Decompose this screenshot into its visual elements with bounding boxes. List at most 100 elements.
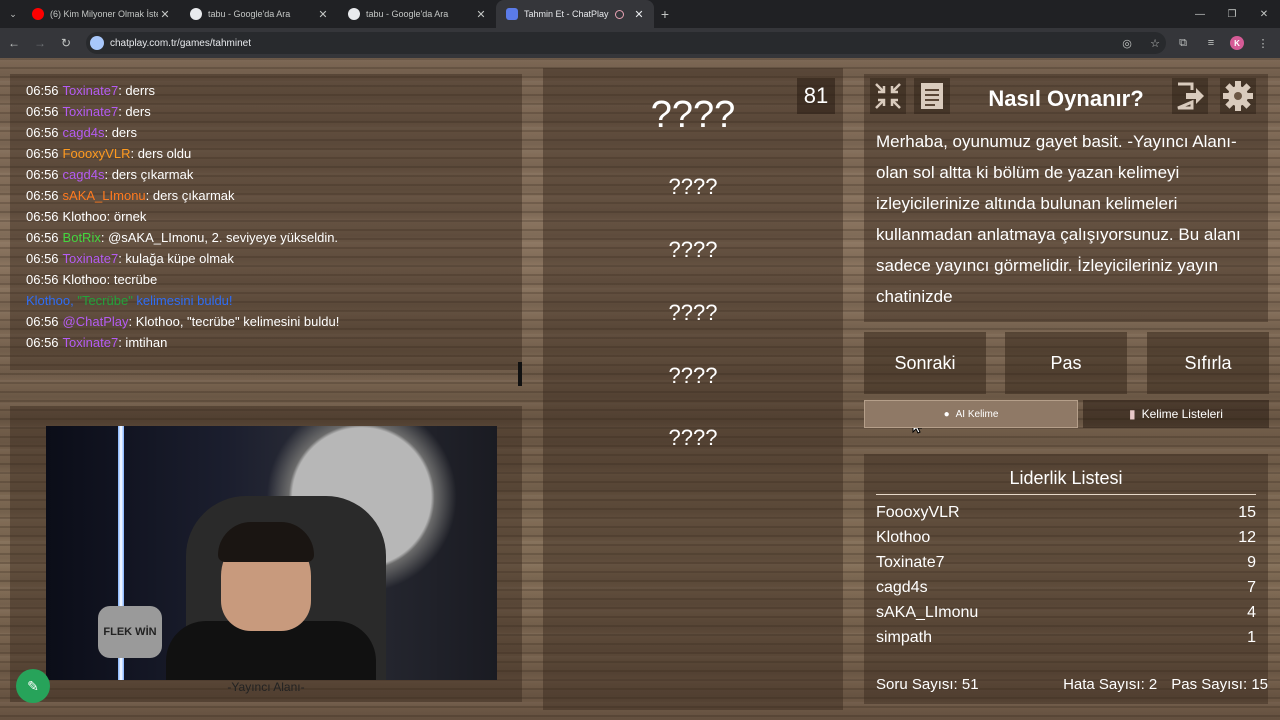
chat-message: 06:56 FoooxyVLR: ders oldu bbox=[26, 143, 522, 164]
chat-message: 06:56 Klothoo: tecrübe bbox=[26, 269, 522, 290]
chat-system-message: Klothoo, "Tecrübe" kelimesini buldu! bbox=[26, 290, 522, 311]
streamer-area-caption: -Yayıncı Alanı- bbox=[227, 680, 305, 694]
tab-search-icon[interactable]: ⌄ bbox=[4, 5, 22, 23]
gear-icon[interactable] bbox=[1220, 78, 1256, 114]
leader-name: sAKA_LImonu bbox=[876, 604, 979, 621]
menu-kebab-icon[interactable]: ⋮ bbox=[1254, 32, 1272, 54]
ai-word-tab[interactable]: ● AI Kelime bbox=[864, 400, 1078, 428]
leaderboard-row: Toxinate7 9 bbox=[876, 554, 1256, 572]
close-tab-icon[interactable]: ✕ bbox=[158, 8, 172, 21]
chat-message: 06:56 Toxinate7: ders bbox=[26, 101, 522, 122]
question-count: Soru Sayısı: 51 bbox=[876, 676, 979, 693]
reload-icon[interactable]: ↻ bbox=[54, 31, 78, 55]
word-lists-tab[interactable]: ▮ Kelime Listeleri bbox=[1083, 400, 1269, 428]
streamer-area: FLEK WİN -Yayıncı Alanı- bbox=[10, 406, 522, 702]
word-panel: 81 ???? ???? ???? ???? ???? ???? bbox=[543, 68, 843, 710]
leader-score: 12 bbox=[1238, 529, 1256, 546]
leader-name: Klothoo bbox=[876, 529, 931, 546]
ai-word-label: AI Kelime bbox=[955, 408, 999, 420]
next-button[interactable]: Sonraki bbox=[864, 332, 986, 394]
bookmark-star-icon[interactable]: ☆ bbox=[1146, 32, 1164, 54]
robot-icon: ● bbox=[943, 408, 950, 420]
game-page: 06:56 Toxinate7: derrs 06:56 Toxinate7: der… bbox=[0, 58, 1280, 720]
chat-message: 06:56 @ChatPlay: Klothoo, "tecrübe" kelim… bbox=[26, 311, 522, 332]
taboo-word: ???? bbox=[668, 363, 718, 388]
leaderboard-panel: Liderlik Listesi FoooxyVLR 15 Klothoo 12 Tox… bbox=[864, 454, 1268, 704]
chat-time: 06:56 bbox=[26, 83, 59, 98]
reset-button[interactable]: Sıfırla bbox=[1147, 332, 1269, 394]
leader-score: 7 bbox=[1247, 579, 1256, 596]
tab-title: (6) Kim Milyoner Olmak İster? Tek bbox=[50, 9, 158, 19]
chat-username[interactable]: cagd4s bbox=[63, 125, 105, 140]
browser-tab-active[interactable]: Tahmin Et - ChatPlay ✕ bbox=[496, 0, 654, 28]
pass-count: Pas Sayısı: 15 bbox=[1171, 676, 1268, 693]
pen-icon[interactable]: ✎ bbox=[16, 669, 50, 703]
url-field[interactable]: chatplay.com.tr/games/tahminet bbox=[86, 32, 1166, 54]
error-count: Hata Sayısı: 2 bbox=[1063, 676, 1158, 693]
new-tab-button[interactable]: + bbox=[654, 6, 676, 22]
back-icon[interactable]: ← bbox=[2, 31, 26, 55]
restore-icon[interactable]: ❐ bbox=[1216, 0, 1248, 28]
pass-button[interactable]: Pas bbox=[1005, 332, 1127, 394]
taboo-word: ???? bbox=[668, 237, 718, 262]
window-controls: — ❐ ✕ bbox=[1184, 0, 1280, 28]
chat-text: : ders oldu bbox=[130, 146, 192, 161]
chat-username[interactable]: Toxinate7 bbox=[63, 335, 119, 350]
leader-name: Toxinate7 bbox=[876, 554, 945, 571]
chatplay-icon bbox=[506, 8, 518, 20]
chat-username[interactable]: Klothoo bbox=[63, 272, 107, 287]
chat-username[interactable]: Toxinate7 bbox=[63, 251, 119, 266]
chat-time: 06:56 bbox=[26, 146, 59, 161]
browser-tab-2[interactable]: tabu - Google'da Ara ✕ bbox=[180, 0, 338, 28]
clipboard-icon: ▮ bbox=[1129, 407, 1136, 421]
word-lists-label: Kelime Listeleri bbox=[1141, 407, 1223, 421]
exit-icon[interactable] bbox=[1172, 78, 1208, 114]
leaderboard-title: Liderlik Listesi bbox=[1009, 468, 1123, 488]
close-tab-icon[interactable]: ✕ bbox=[474, 8, 488, 21]
extensions-icon[interactable]: ⧉ bbox=[1174, 32, 1192, 54]
chat-username[interactable]: Toxinate7 bbox=[63, 104, 119, 119]
tab-title: Tahmin Et - ChatPlay bbox=[524, 9, 609, 19]
url-text: chatplay.com.tr/games/tahminet bbox=[110, 37, 251, 49]
forward-icon[interactable]: → bbox=[28, 31, 52, 55]
chat-time: 06:56 bbox=[26, 188, 59, 203]
site-info-icon[interactable] bbox=[90, 36, 104, 50]
chat-system-text: kelimesini buldu! bbox=[132, 293, 233, 308]
chat-username[interactable]: @ChatPlay bbox=[63, 314, 129, 329]
close-tab-icon[interactable]: ✕ bbox=[632, 8, 646, 21]
how-to-play-text: Merhaba, oyunumuz gayet basit. -Yayıncı … bbox=[876, 132, 1241, 306]
leader-score: 1 bbox=[1247, 629, 1256, 646]
media-icon[interactable]: ≡ bbox=[1202, 32, 1220, 54]
eye-off-icon[interactable]: ◎ bbox=[1118, 32, 1136, 54]
chat-username[interactable]: sAKA_LImonu bbox=[63, 188, 146, 203]
chat-time: 06:56 bbox=[26, 230, 59, 245]
chat-message: 06:56 Toxinate7: kulağa küpe olmak bbox=[26, 248, 522, 269]
close-tab-icon[interactable]: ✕ bbox=[316, 8, 330, 21]
pillow-text: FLEK WİN bbox=[103, 626, 157, 638]
chat-message: 06:56 Klothoo: örnek bbox=[26, 206, 522, 227]
chat-panel: 06:56 Toxinate7: derrs 06:56 Toxinate7: der… bbox=[10, 74, 522, 386]
leader-score: 9 bbox=[1247, 554, 1256, 571]
webcam-video: FLEK WİN bbox=[46, 426, 497, 680]
chat-text: : derrs bbox=[118, 83, 156, 98]
browser-tab-1[interactable]: (6) Kim Milyoner Olmak İster? Tek ✕ bbox=[22, 0, 180, 28]
chat-username[interactable]: cagd4s bbox=[63, 167, 105, 182]
chat-username[interactable]: Klothoo bbox=[63, 209, 107, 224]
close-window-icon[interactable]: ✕ bbox=[1248, 0, 1280, 28]
minimize-icon[interactable]: — bbox=[1184, 0, 1216, 28]
leader-name: FoooxyVLR bbox=[876, 504, 960, 521]
chat-time: 06:56 bbox=[26, 104, 59, 119]
chat-text: : tecrübe bbox=[106, 272, 158, 287]
chat-list: 06:56 Toxinate7: derrs 06:56 Toxinate7: der… bbox=[26, 80, 522, 353]
profile-avatar[interactable]: K bbox=[1230, 36, 1244, 50]
chat-username[interactable]: FoooxyVLR bbox=[63, 146, 131, 161]
toolbar-actions: ◎ ☆ ⧉ ≡ K ⋮ bbox=[1118, 32, 1272, 54]
chat-time: 06:56 bbox=[26, 167, 59, 182]
chat-username[interactable]: BotRix bbox=[63, 230, 101, 245]
browser-tab-3[interactable]: tabu - Google'da Ara ✕ bbox=[338, 0, 496, 28]
chat-username[interactable]: Toxinate7 bbox=[63, 83, 119, 98]
leaderboard-divider bbox=[876, 494, 1256, 495]
chat-message: 06:56 cagd4s: ders bbox=[26, 122, 522, 143]
chat-scrollbar[interactable] bbox=[518, 362, 522, 386]
leaderboard-row: simpath 1 bbox=[876, 629, 1256, 647]
